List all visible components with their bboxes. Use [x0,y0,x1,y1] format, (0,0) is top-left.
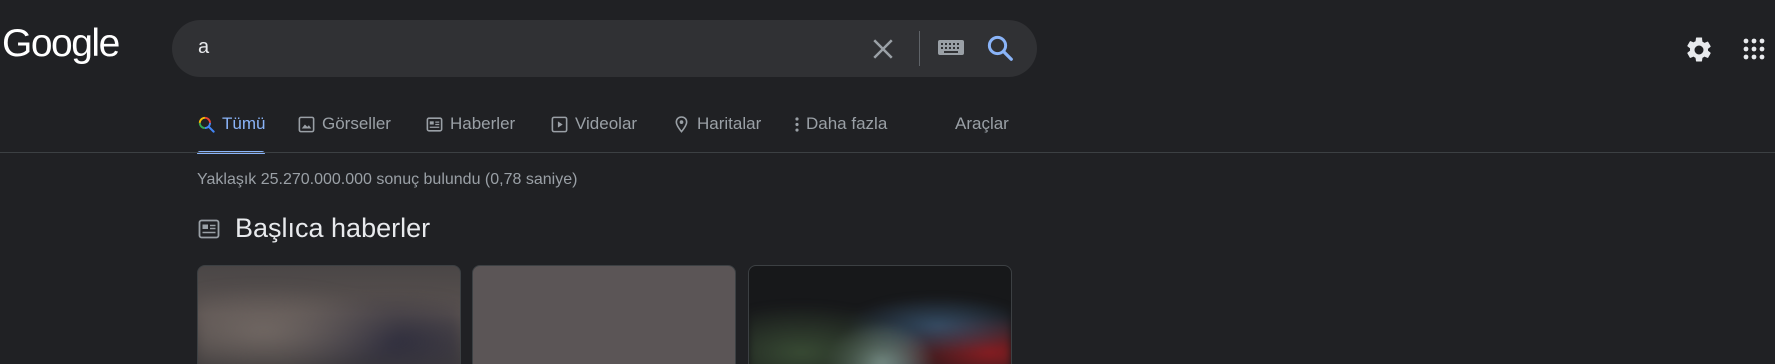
result-stats: Yaklaşık 25.270.000.000 sonuç bulundu (0… [197,171,578,188]
tab-all-label: Tümü [222,114,266,133]
tab-tools[interactable]: Araçlar [955,114,1009,154]
image-icon [298,116,315,133]
news-icon [426,117,443,132]
news-card[interactable] [197,265,461,364]
news-icon [198,219,220,238]
top-stories-title: Başlıca haberler [235,213,431,243]
search-input[interactable]: a [198,36,209,59]
tab-videos-label: Videolar [575,114,638,133]
tab-images[interactable]: Görseller [297,114,391,154]
gear-icon[interactable] [1684,35,1714,65]
play-icon [551,116,568,133]
tabs-divider [0,152,1775,153]
tab-all[interactable]: Tümü [197,114,266,154]
map-pin-icon [675,116,688,133]
news-card[interactable] [748,265,1012,364]
tab-more[interactable]: Daha fazla [792,114,887,154]
top-stories-header: Başlıca haberler [197,213,430,244]
more-vert-icon [795,117,799,132]
search-multicolor-icon [198,116,215,133]
tab-videos[interactable]: Videolar [550,114,637,154]
tab-more-label: Daha fazla [806,114,888,133]
search-divider [919,31,920,66]
tab-news-label: Haberler [450,114,516,133]
tab-maps[interactable]: Haritalar [672,114,761,154]
news-card[interactable] [472,265,736,364]
apps-grid-icon[interactable] [1742,37,1766,61]
search-icon[interactable] [985,33,1015,63]
keyboard-icon[interactable] [937,37,965,59]
search-box[interactable]: a [172,20,1037,77]
tab-images-label: Görseller [322,114,391,133]
tab-maps-label: Haritalar [697,114,762,133]
tab-news[interactable]: Haberler [425,114,515,154]
close-icon[interactable] [868,34,898,64]
google-logo[interactable]: Google [2,24,120,63]
tab-tools-label: Araçlar [955,114,1009,133]
